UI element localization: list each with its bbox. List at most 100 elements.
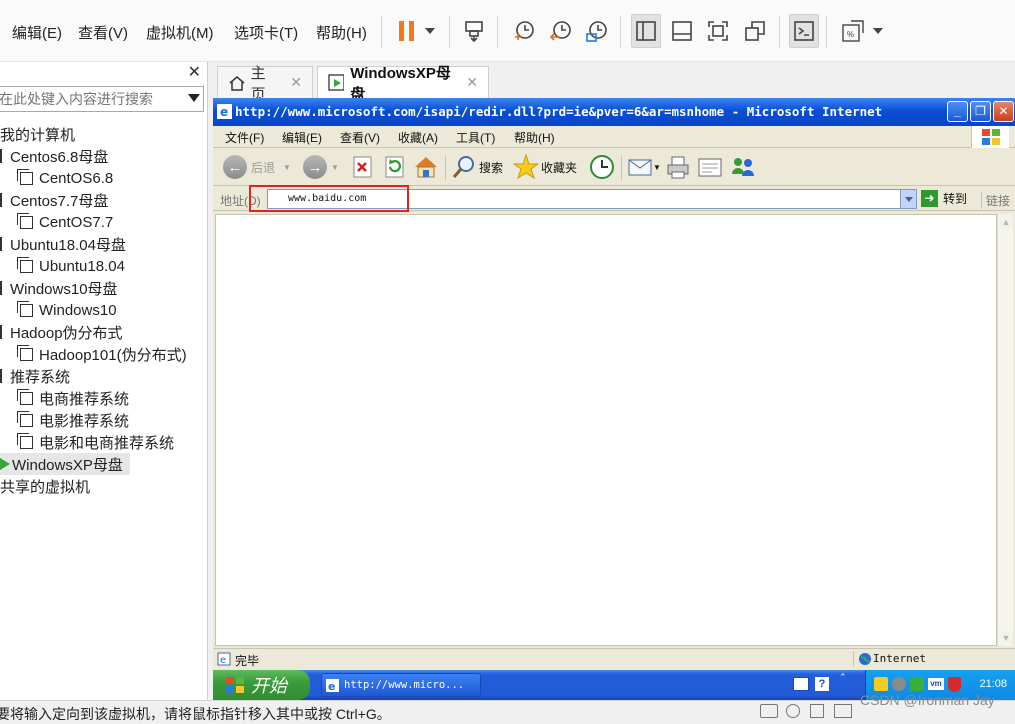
search-label: 搜索 (479, 160, 504, 175)
device-cd-icon[interactable] (786, 704, 800, 718)
keyboard-icon[interactable] (793, 677, 809, 691)
tab-home[interactable]: 主页 ✕ (217, 65, 313, 103)
fullscreen-icon[interactable] (703, 14, 733, 48)
maximize-icon[interactable]: ❐ (970, 101, 991, 122)
mail-button[interactable]: ▼ (627, 153, 661, 181)
tree-item[interactable]: Centos6.8母盘 (0, 145, 207, 167)
snapshot-revert-icon[interactable] (545, 14, 575, 48)
close-icon[interactable]: ✕ (993, 101, 1014, 122)
library-search-input[interactable] (0, 87, 179, 111)
tree-item[interactable]: Ubuntu18.04母盘 (0, 233, 207, 255)
forward-button[interactable]: → ▼ (303, 153, 339, 181)
home-button[interactable] (413, 153, 439, 181)
device-network-icon[interactable] (834, 704, 852, 718)
tray-app-icon[interactable] (874, 677, 888, 691)
device-printer-icon[interactable] (760, 704, 778, 718)
help-icon[interactable]: ? (815, 677, 829, 691)
svg-text:e: e (328, 680, 335, 692)
tree-item[interactable]: 共享的虚拟机 (0, 475, 207, 497)
menu-view[interactable]: 查看(V) (78, 22, 128, 43)
vm-icon (17, 300, 33, 317)
tree-item[interactable]: 我的计算机 (0, 123, 207, 145)
menu-vm[interactable]: 虚拟机(M) (146, 22, 214, 43)
pin-icon (0, 281, 4, 295)
tree-item-label: Hadoop伪分布式 (10, 324, 123, 342)
tree-item[interactable]: CentOS6.8 (0, 167, 207, 189)
favorites-button[interactable]: 收藏夹 (513, 153, 577, 181)
snapshot-take-icon[interactable] (508, 14, 538, 48)
close-icon[interactable]: ✕ (466, 74, 478, 91)
tree-item[interactable]: Hadoop伪分布式 (0, 321, 207, 343)
ie-toolbar: ← 后退 ▼ → ▼ 搜索 收藏夹 ▼ (213, 148, 1015, 186)
ie-menu-view[interactable]: 查看(V) (340, 129, 380, 146)
minimize-icon[interactable]: _ (947, 101, 968, 122)
chevron-down-icon: ▼ (653, 162, 661, 172)
print-button[interactable] (665, 153, 691, 181)
tab-windowsxp[interactable]: WindowsXP母盘 ✕ (317, 65, 489, 103)
tree-item-label: 推荐系统 (10, 368, 71, 386)
ie-scrollbar[interactable]: ▲ ▼ (997, 214, 1013, 646)
ie-menu-file[interactable]: 文件(F) (225, 129, 264, 146)
chevron-up-icon[interactable]: ⌃ (839, 672, 847, 683)
menu-help[interactable]: 帮助(H) (316, 22, 367, 43)
library-tree: 我的计算机 Centos6.8母盘 CentOS6.8 Centos7.7母盘 Cent… (0, 123, 207, 497)
send-keys-icon[interactable] (459, 14, 489, 48)
unity-icon[interactable] (740, 14, 770, 48)
ie-menu-edit[interactable]: 编辑(E) (282, 129, 322, 146)
snapshot-manager-icon[interactable] (581, 14, 611, 48)
scroll-up-icon[interactable]: ▲ (999, 215, 1013, 229)
tree-item[interactable]: Ubuntu18.04 (0, 255, 207, 277)
menu-edit[interactable]: 编辑(E) (12, 22, 62, 43)
tree-item[interactable]: Centos7.7母盘 (0, 189, 207, 211)
tree-item[interactable]: 电影推荐系统 (0, 409, 207, 431)
tree-item[interactable]: 推荐系统 (0, 365, 207, 387)
tray-sound-icon[interactable] (892, 677, 906, 691)
vm-icon (17, 432, 33, 449)
guest-display[interactable]: e http://www.microsoft.com/isapi/redir.d… (213, 98, 1015, 700)
pause-dropdown-icon[interactable] (418, 14, 442, 48)
history-button[interactable] (589, 153, 615, 181)
edit-button[interactable] (697, 153, 723, 181)
ie-menu-tools[interactable]: 工具(T) (456, 129, 495, 146)
tree-item[interactable]: 电影和电商推荐系统 (0, 431, 207, 453)
refresh-button[interactable] (385, 153, 405, 181)
vm-running-icon (328, 73, 345, 91)
back-button[interactable]: ← 后退 ▼ (223, 153, 291, 181)
library-view-icon[interactable] (631, 14, 661, 48)
tree-item[interactable]: Hadoop101(伪分布式) (0, 343, 207, 365)
library-close-icon[interactable]: ✕ (188, 62, 201, 82)
tray-network-icon[interactable] (910, 677, 924, 691)
start-button[interactable]: 开始 (213, 670, 310, 700)
chevron-down-icon[interactable] (188, 94, 200, 102)
tree-item[interactable]: Windows10母盘 (0, 277, 207, 299)
taskbar-ie-item[interactable]: e http://www.micro... (321, 673, 481, 697)
thumbnail-icon[interactable] (667, 14, 697, 48)
menu-tabs[interactable]: 选项卡(T) (234, 22, 298, 43)
ie-menu-favorites[interactable]: 收藏(A) (398, 129, 438, 146)
device-floppy-icon[interactable] (810, 704, 824, 718)
close-icon[interactable]: ✕ (290, 74, 302, 91)
stop-button[interactable] (353, 153, 373, 181)
ie-page-content[interactable] (215, 214, 997, 646)
ie-menu-help[interactable]: 帮助(H) (514, 129, 555, 146)
stretch-dropdown-icon[interactable] (866, 14, 890, 48)
address-dropdown-icon[interactable] (900, 190, 916, 208)
search-button[interactable]: 搜索 (451, 153, 503, 181)
security-shield-icon[interactable] (948, 677, 961, 692)
tree-item[interactable]: 电商推荐系统 (0, 387, 207, 409)
links-button[interactable]: 链接 (981, 192, 1010, 209)
console-icon[interactable] (789, 14, 819, 48)
tree-item[interactable]: CentOS7.7 (0, 211, 207, 233)
taskbar-item-label: http://www.micro... (344, 679, 465, 691)
messenger-button[interactable] (729, 153, 757, 181)
favorites-label: 收藏夹 (541, 160, 578, 175)
tree-item[interactable]: Windows10 (0, 299, 207, 321)
go-button[interactable]: ➜ 转到 (921, 190, 967, 207)
ie-title-bar[interactable]: e http://www.microsoft.com/isapi/redir.d… (213, 98, 1015, 126)
tree-item[interactable]: WindowsXP母盘 (0, 453, 130, 475)
scroll-down-icon[interactable]: ▼ (999, 631, 1013, 645)
library-search-box[interactable] (0, 86, 204, 112)
vmware-status-message: 要将输入定向到该虚拟机，请将鼠标指针移入其中或按 Ctrl+G。 (0, 706, 391, 722)
vmware-tools-icon[interactable]: vm (928, 678, 944, 690)
stretch-icon[interactable]: % (838, 14, 868, 48)
